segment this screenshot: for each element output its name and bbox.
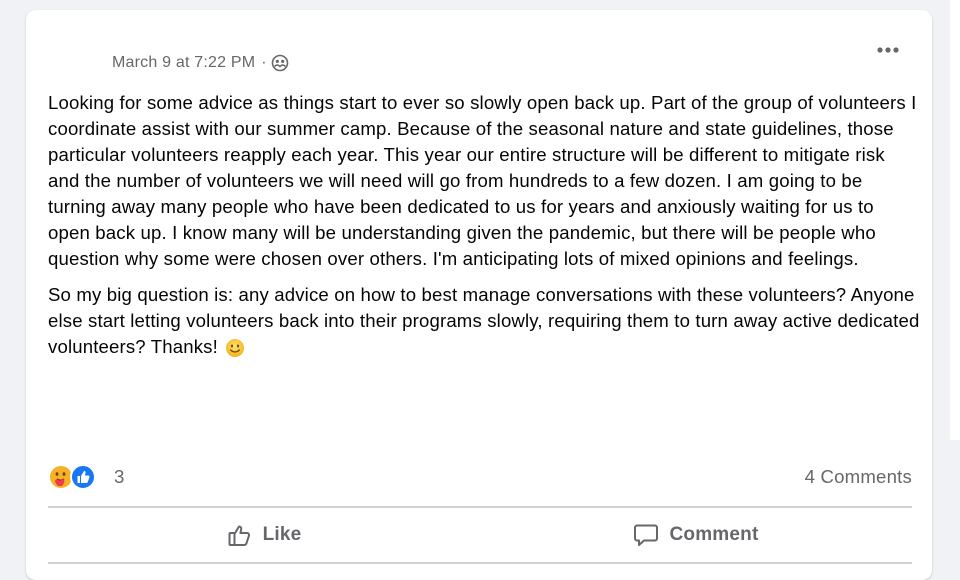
comments-count-link[interactable]: 4 Comments (805, 466, 912, 488)
post-body: Looking for some advice as things start … (48, 90, 920, 370)
reactions-summary[interactable]: 3 (48, 464, 124, 490)
group-privacy-icon[interactable] (271, 54, 289, 72)
like-button-label: Like (262, 524, 302, 545)
side-panel-edge (950, 0, 960, 440)
post-paragraph: Looking for some advice as things start … (48, 92, 917, 269)
thumbs-up-icon (227, 522, 253, 548)
post-timestamp[interactable]: March 9 at 7:22 PM (112, 54, 255, 72)
more-options-button[interactable] (872, 36, 904, 64)
post-paragraph-text: So my big question is: any advice on how… (48, 284, 920, 357)
meta-separator: · (261, 54, 267, 71)
more-options-icon (876, 41, 900, 59)
action-bar-divider-bottom (48, 562, 912, 564)
comment-bubble-icon (633, 522, 659, 548)
smiling-face-emoji-icon (225, 338, 245, 358)
like-button[interactable]: Like (48, 508, 480, 562)
post-meta: March 9 at 7:22 PM · (112, 54, 289, 72)
action-bar: Like Comment (48, 508, 912, 562)
comment-button-label: Comment (669, 524, 759, 545)
post-card: March 9 at 7:22 PM · Looking for some ad… (26, 10, 932, 580)
reaction-icons (48, 464, 100, 490)
comment-button[interactable]: Comment (480, 508, 912, 562)
post-paragraph-last: So my big question is: any advice on how… (48, 282, 920, 360)
reaction-count: 3 (114, 466, 125, 487)
like-reaction-icon (70, 464, 96, 490)
